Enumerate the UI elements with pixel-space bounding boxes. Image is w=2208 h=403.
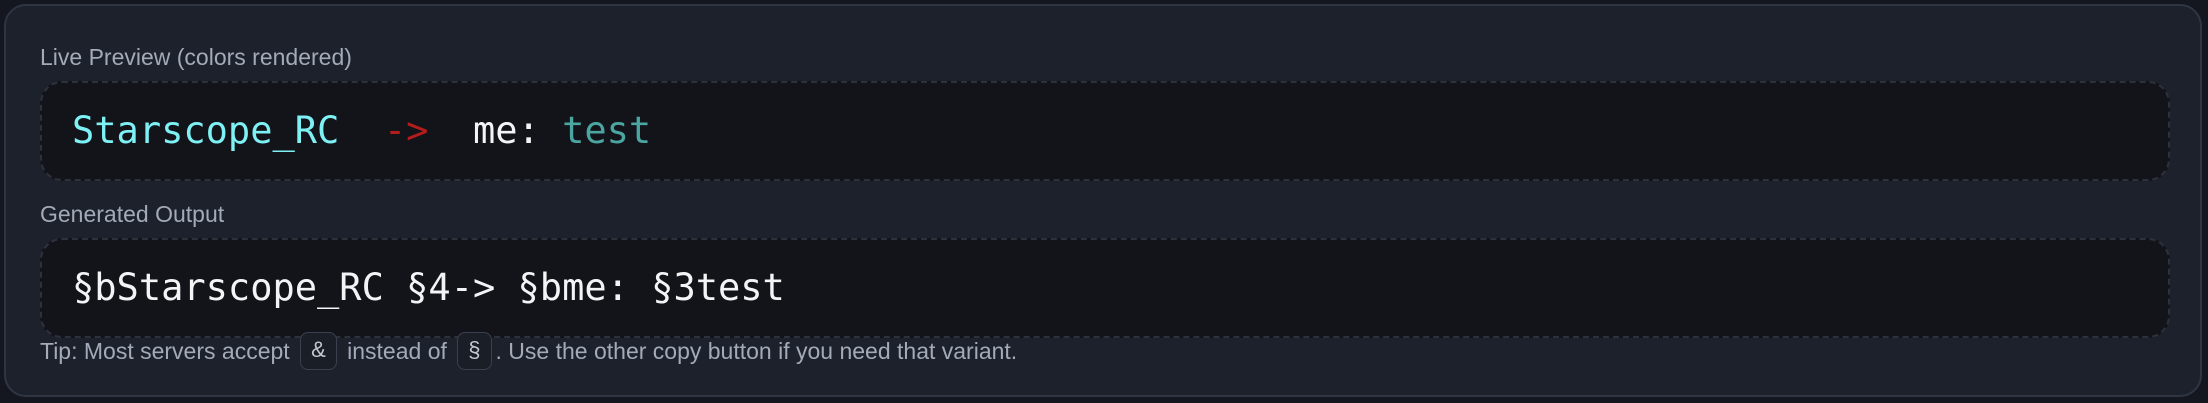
preview-segment-arrow: -> xyxy=(383,109,429,152)
generated-output-box[interactable]: §bStarscope_RC §4-> §bme: §3test xyxy=(40,238,2170,338)
generated-output-label: Generated Output xyxy=(40,201,225,227)
tip-text: Tip: Most servers accept & instead of §.… xyxy=(40,331,1017,372)
ampersand-code: & xyxy=(300,331,337,370)
color-preview-panel: Live Preview (colors rendered) Starscope… xyxy=(4,4,2202,397)
preview-segment-recipient: me: xyxy=(473,109,540,152)
preview-segment-message: test xyxy=(562,109,652,152)
tip-middle: instead of xyxy=(347,338,447,364)
live-preview-box: Starscope_RC -> me: test xyxy=(40,81,2170,181)
preview-segment-name: Starscope_RC xyxy=(72,109,340,152)
tip-before: Tip: Most servers accept xyxy=(40,338,290,364)
live-preview-label: Live Preview (colors rendered) xyxy=(40,44,352,70)
tip-after: . Use the other copy button if you need … xyxy=(495,338,1018,364)
generated-output-text[interactable]: §bStarscope_RC §4-> §bme: §3test xyxy=(72,266,785,309)
section-sign-code: § xyxy=(457,331,492,370)
